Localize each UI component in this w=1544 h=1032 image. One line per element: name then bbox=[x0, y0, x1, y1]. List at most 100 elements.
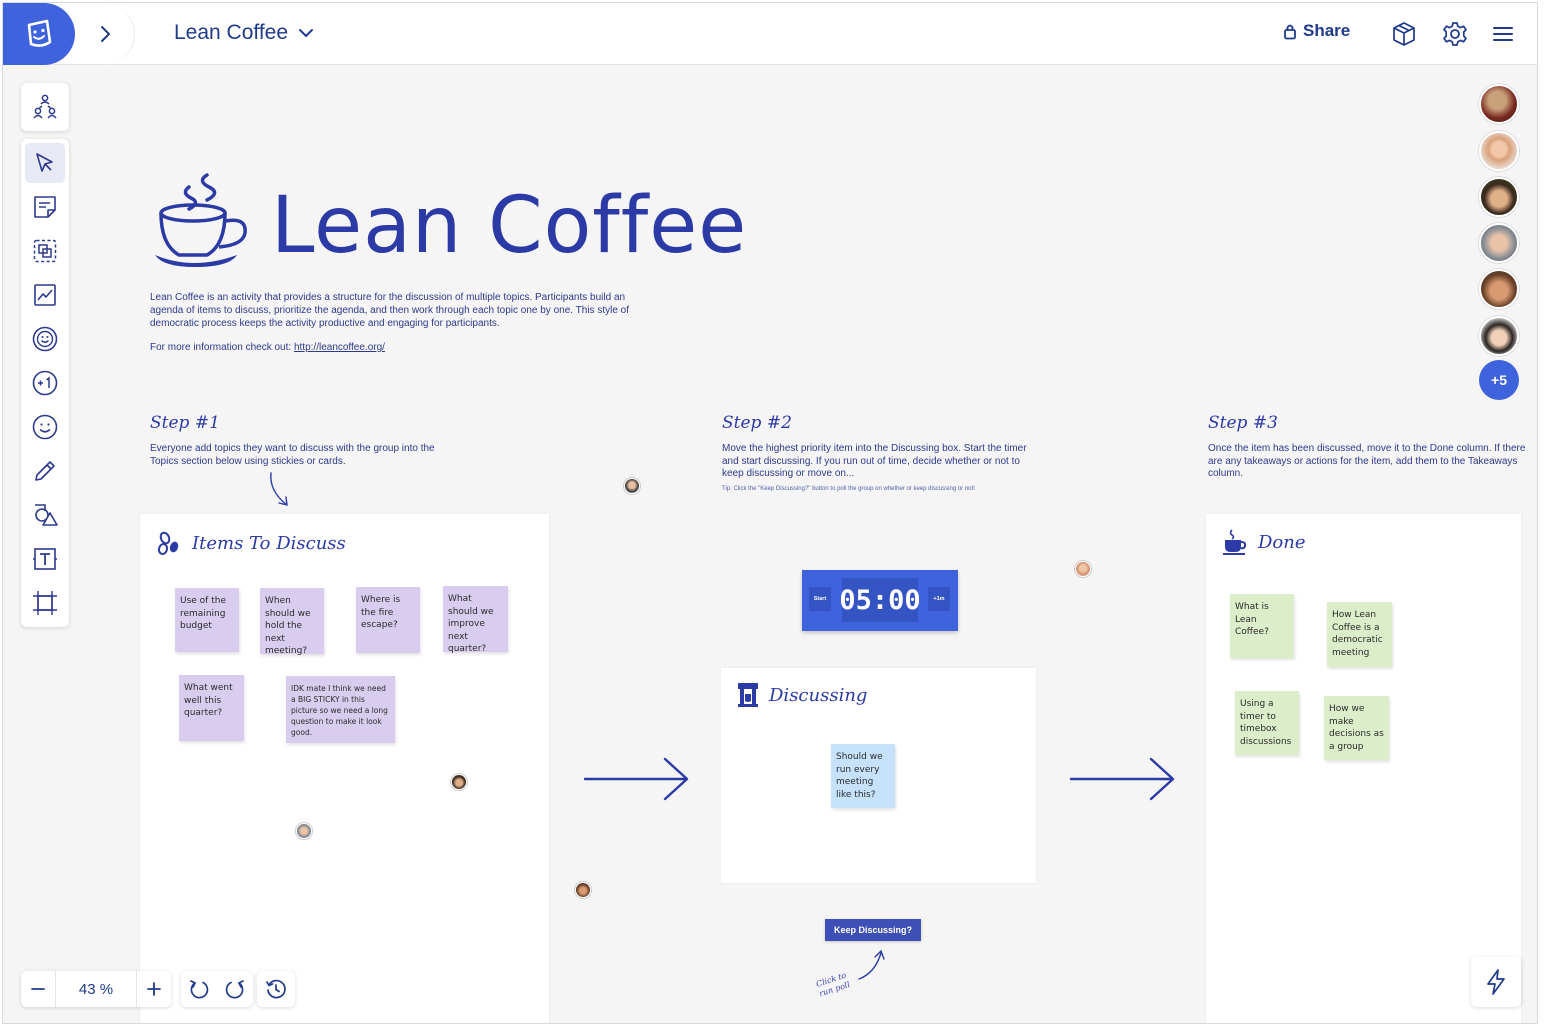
collaborator-avatar[interactable] bbox=[1479, 84, 1519, 124]
share-button[interactable]: Share bbox=[1283, 21, 1350, 41]
more-collaborators-badge[interactable]: +5 bbox=[1479, 360, 1519, 400]
select-tool-button[interactable] bbox=[25, 143, 65, 183]
plus-icon bbox=[147, 982, 161, 996]
settings-button[interactable] bbox=[1440, 19, 1470, 49]
sticky-note[interactable]: What should we improve next quarter? bbox=[443, 586, 508, 654]
click-to-run-poll-note: Click to run poll bbox=[814, 970, 852, 999]
menu-button[interactable] bbox=[1488, 19, 1518, 49]
collaborator-avatar[interactable] bbox=[1479, 177, 1519, 217]
keep-discussing-button[interactable]: Keep Discussing? bbox=[825, 919, 921, 941]
pencil-icon bbox=[35, 461, 55, 481]
people-network-icon bbox=[33, 94, 57, 119]
quick-actions-button[interactable] bbox=[1471, 957, 1521, 1007]
text-tool-button[interactable] bbox=[25, 539, 65, 579]
step-2-text: Move the highest priority item into the … bbox=[722, 443, 1027, 479]
zoom-out-button[interactable] bbox=[21, 971, 55, 1007]
coffee-beans-icon bbox=[157, 531, 179, 555]
undo-button[interactable] bbox=[181, 971, 217, 1007]
history-button[interactable] bbox=[257, 971, 295, 1007]
share-label: Share bbox=[1303, 21, 1351, 40]
timer-add-minute-button[interactable]: +1m bbox=[928, 587, 950, 611]
app-window: Lean Coffee Share +5 Lean Coffee Lean Co… bbox=[2, 2, 1538, 1024]
discussing-panel-title: Discussing bbox=[769, 684, 868, 706]
box-icon bbox=[1393, 22, 1415, 46]
timer-widget: Start 05:00 +1m bbox=[802, 570, 958, 631]
sticky-note-tool-button[interactable] bbox=[25, 187, 65, 227]
board-title: Lean Coffee bbox=[174, 21, 289, 44]
shapes-tool-button[interactable] bbox=[25, 495, 65, 535]
coffee-cup-icon bbox=[155, 173, 247, 267]
app-logo-button[interactable] bbox=[3, 3, 75, 65]
sticky-note[interactable]: Should we run every meeting like this? bbox=[831, 744, 895, 808]
text-box-icon bbox=[33, 548, 57, 570]
zoom-controls: 43 % bbox=[21, 971, 171, 1007]
zoom-level[interactable]: 43 % bbox=[55, 971, 137, 1007]
sticky-note[interactable]: Use of the remaining budget bbox=[175, 588, 239, 652]
timer-start-button[interactable]: Start bbox=[809, 587, 831, 611]
gear-icon bbox=[1443, 22, 1467, 46]
zoom-in-button[interactable] bbox=[137, 971, 171, 1007]
collaboration-toolbar bbox=[21, 83, 69, 131]
sticky-note[interactable]: How Lean Coffee is a democratic meeting bbox=[1327, 602, 1392, 667]
sticky-note[interactable]: What went well this quarter? bbox=[179, 675, 244, 741]
templates-button[interactable] bbox=[1389, 19, 1419, 49]
expand-sidebar-button[interactable] bbox=[75, 3, 135, 65]
flow-arrow-right-icon bbox=[1069, 757, 1175, 801]
sticky-note[interactable]: How we make decisions as a group bbox=[1324, 696, 1389, 760]
board-title-dropdown[interactable]: Lean Coffee bbox=[174, 21, 314, 45]
leancoffee-link[interactable]: http://leancoffee.org/ bbox=[294, 342, 385, 353]
history-clock-icon bbox=[266, 979, 286, 999]
done-panel[interactable]: Done What is Lean Coffee? How Lean Coffe… bbox=[1206, 514, 1521, 1023]
frame-icon bbox=[33, 591, 57, 615]
more-info-line: For more information check out: http://l… bbox=[150, 342, 385, 353]
pen-tool-button[interactable] bbox=[25, 451, 65, 491]
top-bar: Lean Coffee Share bbox=[3, 3, 1537, 65]
minus-icon bbox=[31, 988, 45, 990]
collaborate-tool-button[interactable] bbox=[25, 87, 65, 127]
sticky-note[interactable]: IDK mate I think we need a BIG STICKY in… bbox=[286, 676, 395, 743]
step-1-title: Step #1 bbox=[150, 413, 220, 433]
collaborator-avatar[interactable] bbox=[1479, 316, 1519, 356]
done-panel-header: Done bbox=[1222, 528, 1306, 556]
plus-one-icon bbox=[32, 370, 58, 396]
more-info-prefix: For more information check out: bbox=[150, 342, 294, 353]
smiley-icon bbox=[32, 414, 58, 440]
lock-icon bbox=[1284, 24, 1296, 39]
timer-display: 05:00 bbox=[839, 578, 921, 622]
redo-icon bbox=[225, 980, 244, 999]
collaborator-avatar[interactable] bbox=[1479, 131, 1519, 171]
sticky-note[interactable]: Using a timer to timebox discussions bbox=[1235, 691, 1299, 755]
image-tool-button[interactable] bbox=[25, 275, 65, 315]
step-2-title: Step #2 bbox=[722, 413, 792, 433]
collaborator-cursor bbox=[296, 823, 312, 839]
cursor-arrow-icon bbox=[36, 153, 53, 172]
vote-tool-button[interactable] bbox=[25, 363, 65, 403]
undo-redo-controls bbox=[181, 971, 253, 1007]
collaborator-avatar[interactable] bbox=[1479, 223, 1519, 263]
step-2-tip: Tip: Click the "Keep Discussing?" button… bbox=[722, 486, 975, 492]
step-1-arrow bbox=[270, 472, 288, 506]
emoji-tool-button[interactable] bbox=[25, 407, 65, 447]
step-1-text: Everyone add topics they want to discuss… bbox=[150, 443, 435, 467]
hamburger-menu-icon bbox=[1493, 27, 1513, 41]
items-to-discuss-panel[interactable]: Items To Discuss Use of the remaining bu… bbox=[140, 514, 549, 1023]
collaborator-cursor bbox=[1075, 561, 1091, 577]
frame-tool-button[interactable] bbox=[25, 583, 65, 623]
sticky-note-icon bbox=[34, 196, 56, 218]
undo-icon bbox=[190, 980, 209, 999]
items-panel-header: Items To Discuss bbox=[156, 530, 346, 556]
sticker-tool-button[interactable] bbox=[25, 319, 65, 359]
group-select-icon bbox=[33, 239, 57, 263]
group-tool-button[interactable] bbox=[25, 231, 65, 271]
redo-button[interactable] bbox=[217, 971, 253, 1007]
sticky-note[interactable]: Where is the fire escape? bbox=[356, 587, 420, 653]
collaborator-avatar[interactable] bbox=[1479, 269, 1519, 309]
flow-arrow-right-icon bbox=[583, 757, 689, 801]
hero-title: Lean Coffee bbox=[271, 181, 748, 271]
intro-text: Lean Coffee is an activity that provides… bbox=[150, 292, 629, 329]
discussing-panel[interactable]: Discussing Should we run every meeting l… bbox=[721, 668, 1036, 883]
image-chart-icon bbox=[34, 284, 56, 306]
coffee-cup-small-icon bbox=[1223, 529, 1247, 555]
sticky-note[interactable]: When should we hold the next meeting? bbox=[260, 588, 324, 656]
sticky-note[interactable]: What is Lean Coffee? bbox=[1230, 594, 1294, 658]
